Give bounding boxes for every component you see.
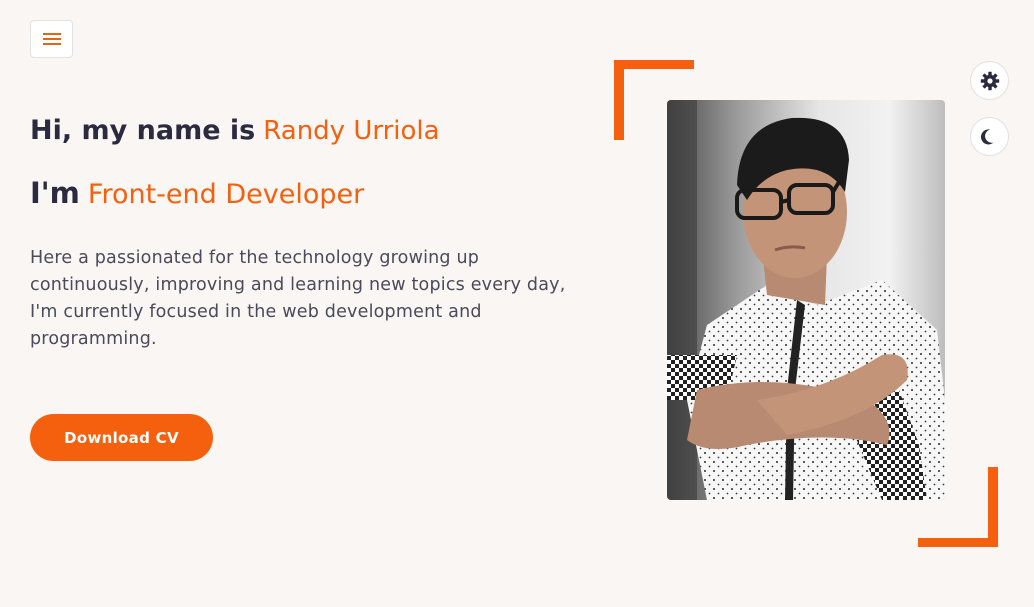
gear-icon bbox=[980, 71, 999, 90]
corner-decoration-left bbox=[614, 60, 624, 140]
role-prefix: I'm bbox=[30, 176, 80, 210]
greeting-text: Hi, my name is bbox=[30, 115, 256, 146]
menu-button[interactable] bbox=[30, 20, 73, 58]
corner-decoration-right bbox=[988, 467, 998, 547]
name-text: Randy Urriola bbox=[263, 116, 440, 146]
greeting-line: Hi, my name is Randy Urriola bbox=[30, 115, 600, 159]
moon-icon bbox=[980, 128, 993, 144]
corner-decoration-bottom bbox=[918, 538, 998, 547]
bio-paragraph: Here a passionated for the technology gr… bbox=[30, 248, 566, 349]
download-cv-button[interactable]: Download CV bbox=[30, 414, 213, 461]
settings-button[interactable] bbox=[970, 61, 1009, 100]
hero-section: Hi, my name is Randy Urriola I'm Front-e… bbox=[30, 115, 600, 353]
corner-decoration-top bbox=[614, 60, 694, 69]
profile-photo bbox=[667, 100, 945, 500]
theme-toggle-button[interactable] bbox=[970, 117, 1009, 156]
role-line: I'm Front-end Developer bbox=[30, 176, 600, 220]
role-text: Front-end Developer bbox=[87, 179, 365, 210]
hamburger-menu-icon bbox=[42, 33, 61, 45]
